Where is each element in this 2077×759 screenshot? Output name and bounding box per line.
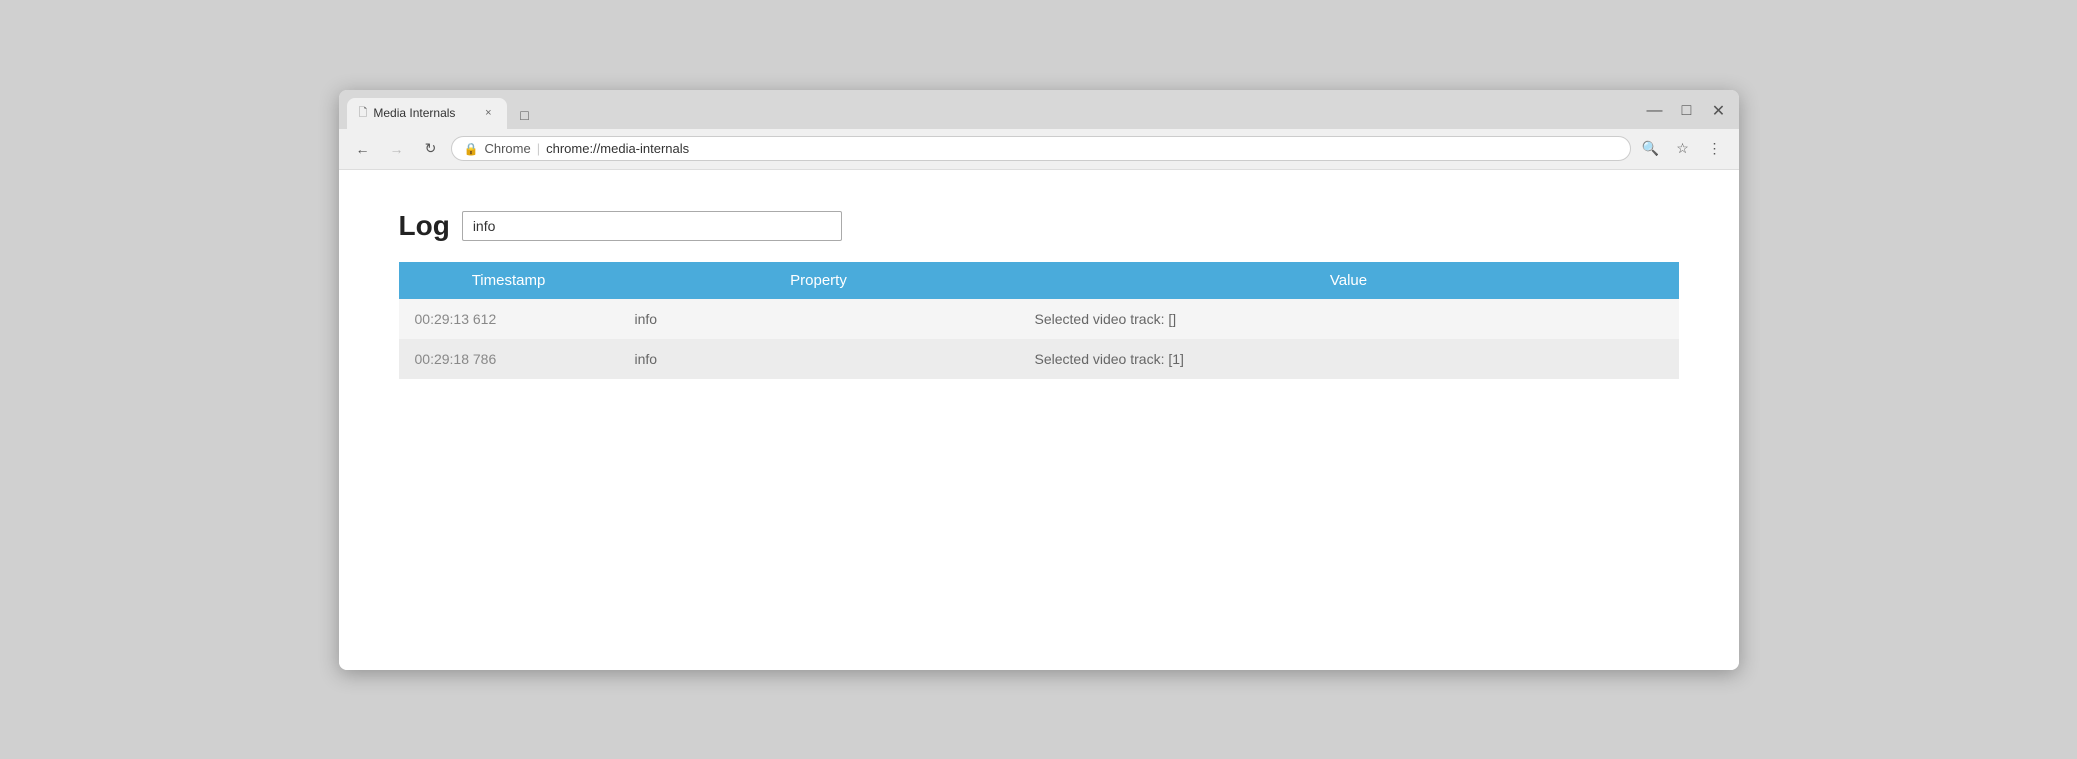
url-input[interactable] xyxy=(546,141,1617,156)
property-header: Property xyxy=(619,262,1019,299)
log-header: Log xyxy=(399,210,1679,242)
table-row: 00:29:18 786infoSelected video track: [1… xyxy=(399,339,1679,379)
tabs-row: 🗋 Media Internals × □ — □ ✕ xyxy=(339,90,1739,129)
search-icon: 🔍 xyxy=(1642,140,1659,157)
back-button[interactable]: ← xyxy=(349,135,377,163)
cell-property: info xyxy=(619,339,1019,379)
search-button[interactable]: 🔍 xyxy=(1637,135,1665,163)
back-icon: ← xyxy=(356,141,370,157)
forward-icon: → xyxy=(390,141,404,157)
forward-button[interactable]: → xyxy=(383,135,411,163)
timestamp-header: Timestamp xyxy=(399,262,619,299)
log-section: Log Timestamp Property Value 00:29:13 61… xyxy=(399,210,1679,379)
log-filter-input[interactable] xyxy=(462,211,842,241)
cell-timestamp: 00:29:13 612 xyxy=(399,299,619,339)
reload-icon: ↻ xyxy=(425,140,437,157)
active-tab[interactable]: 🗋 Media Internals × xyxy=(347,98,507,129)
tab-close-button[interactable]: × xyxy=(482,106,494,120)
cell-value: Selected video track: [1] xyxy=(1019,339,1679,379)
cell-property: info xyxy=(619,299,1019,339)
nav-bar: ← → ↻ 🔒 Chrome | 🔍 ☆ xyxy=(339,129,1739,170)
browser-window: 🗋 Media Internals × □ — □ ✕ ← → ↻ xyxy=(339,90,1739,670)
table-header: Timestamp Property Value xyxy=(399,262,1679,299)
address-bar[interactable]: 🔒 Chrome | xyxy=(451,136,1631,161)
table-body: 00:29:13 612infoSelected video track: []… xyxy=(399,299,1679,379)
tab-page-icon: 🗋 xyxy=(359,104,368,123)
minimize-button[interactable]: — xyxy=(1643,99,1667,123)
star-icon: ☆ xyxy=(1676,140,1689,157)
title-bar: 🗋 Media Internals × □ — □ ✕ ← → ↻ xyxy=(339,90,1739,170)
cell-timestamp: 00:29:18 786 xyxy=(399,339,619,379)
bookmark-button[interactable]: ☆ xyxy=(1669,135,1697,163)
cell-value: Selected video track: [] xyxy=(1019,299,1679,339)
window-controls: — □ ✕ xyxy=(1643,99,1731,129)
maximize-button[interactable]: □ xyxy=(1675,99,1699,123)
nav-actions: 🔍 ☆ ⋮ xyxy=(1637,135,1729,163)
url-separator: | xyxy=(537,141,540,156)
table-row: 00:29:13 612infoSelected video track: [] xyxy=(399,299,1679,339)
table-header-row: Timestamp Property Value xyxy=(399,262,1679,299)
reload-button[interactable]: ↻ xyxy=(417,135,445,163)
url-prefix: Chrome xyxy=(484,141,530,156)
menu-icon: ⋮ xyxy=(1708,140,1722,157)
tab-label: Media Internals xyxy=(373,106,476,120)
page-content: Log Timestamp Property Value 00:29:13 61… xyxy=(339,170,1739,670)
secure-icon: 🔒 xyxy=(464,142,479,156)
menu-button[interactable]: ⋮ xyxy=(1701,135,1729,163)
close-button[interactable]: ✕ xyxy=(1707,99,1731,123)
value-header: Value xyxy=(1019,262,1679,299)
new-tab-button[interactable]: □ xyxy=(511,101,539,129)
log-table: Timestamp Property Value 00:29:13 612inf… xyxy=(399,262,1679,379)
log-title: Log xyxy=(399,210,450,242)
